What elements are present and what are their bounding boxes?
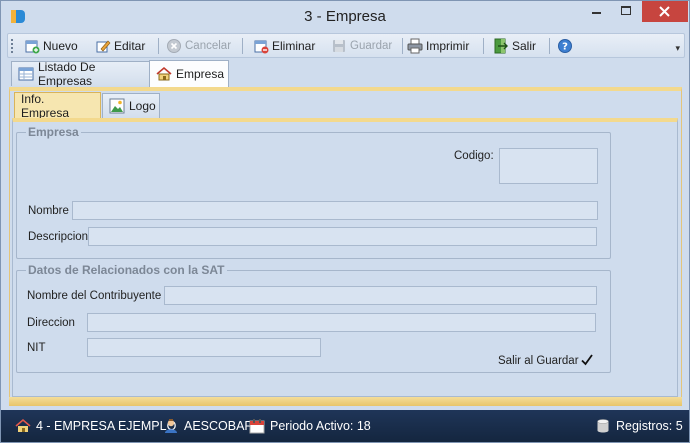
table-icon [18, 66, 34, 82]
calendar-icon [249, 419, 265, 434]
status-usuario-text: AESCOBAR [184, 419, 254, 433]
cancel-icon [166, 38, 182, 54]
cancelar-label: Cancelar [185, 40, 232, 52]
checkmark-icon [581, 354, 593, 366]
salir-al-guardar-checkbox[interactable] [580, 353, 594, 367]
codigo-field[interactable] [499, 148, 598, 184]
nuevo-button[interactable]: Nuevo [24, 36, 78, 56]
toolbar-separator [549, 38, 550, 54]
status-empresa: 4 - EMPRESA EJEMPLO [15, 418, 176, 434]
new-document-icon [24, 38, 40, 54]
tab-label: Info. Empresa [21, 92, 70, 120]
editar-label: Editar [114, 39, 146, 53]
group-legend: Datos de Relacionados con la SAT [26, 263, 227, 277]
home-icon [156, 66, 172, 82]
salir-label: Salir [512, 39, 537, 53]
salir-al-guardar-label: Salir al Guardar [498, 355, 579, 367]
toolbar: Nuevo Editar Cancelar Eliminar Guardar I… [7, 33, 685, 58]
imprimir-label: Imprimir [426, 39, 470, 53]
exit-icon [493, 38, 509, 54]
nombre-field[interactable] [72, 201, 598, 220]
toolbar-grip[interactable] [11, 39, 14, 53]
contribuyente-field[interactable] [164, 286, 597, 305]
help-icon: ? [557, 38, 573, 54]
tab-label: Empresa [176, 67, 225, 81]
close-button[interactable] [642, 1, 688, 22]
help-button[interactable]: ? [557, 36, 573, 56]
panel-bottom-strip [9, 397, 682, 406]
nit-field[interactable] [87, 338, 321, 357]
nit-label: NIT [27, 342, 46, 354]
direccion-label: Direccion [27, 317, 75, 329]
status-periodo-text: Periodo Activo: 18 [270, 419, 371, 433]
empresa-group: Empresa Codigo: Nombre Descripcion [16, 125, 611, 259]
guardar-label: Guardar [350, 40, 393, 52]
nombre-label: Nombre [28, 205, 69, 217]
tab-logo[interactable]: Logo [102, 93, 160, 118]
group-legend: Empresa [26, 125, 81, 139]
editar-button[interactable]: Editar [95, 36, 145, 56]
imprimir-button[interactable]: Imprimir [407, 36, 469, 56]
status-bar: 4 - EMPRESA EJEMPLO AESCOBAR Periodo Act… [1, 410, 689, 442]
printer-icon [407, 38, 423, 54]
user-icon [165, 419, 177, 433]
guardar-button[interactable]: Guardar [331, 36, 392, 56]
inner-tab-strip: Info. Empresa Logo [14, 92, 674, 120]
tab-label: Listado De Empresas [38, 60, 96, 88]
title-bar: 3 - Empresa [1, 1, 689, 32]
descripcion-field[interactable] [88, 227, 597, 246]
descripcion-label: Descripcion [28, 231, 89, 243]
svg-text:?: ? [562, 42, 568, 53]
database-icon [597, 419, 609, 433]
status-periodo: Periodo Activo: 18 [249, 418, 371, 434]
home-icon [15, 418, 31, 432]
toolbar-separator [158, 38, 159, 54]
status-usuario: AESCOBAR [163, 418, 253, 434]
toolbar-separator [483, 38, 484, 54]
outer-tab-strip: Listado De Empresas Empresa [11, 60, 681, 88]
direccion-field[interactable] [87, 313, 596, 332]
contribuyente-label: Nombre del Contribuyente [27, 290, 162, 302]
codigo-label: Codigo: [454, 150, 494, 162]
edit-icon [95, 38, 111, 54]
minimize-button[interactable] [583, 1, 609, 22]
salir-button[interactable]: Salir [493, 36, 536, 56]
status-empresa-text: 4 - EMPRESA EJEMPLO [36, 419, 177, 433]
image-icon [109, 98, 125, 114]
tab-info-empresa[interactable]: Info. Empresa [14, 92, 101, 120]
toolbar-separator [402, 38, 403, 54]
save-icon [331, 38, 347, 54]
toolbar-separator [242, 38, 243, 54]
application-window: 3 - Empresa Nuevo Editar Cancelar Elimin… [0, 0, 690, 443]
tab-listado-empresas[interactable]: Listado De Empresas [11, 60, 150, 88]
nuevo-label: Nuevo [43, 39, 78, 53]
sat-group: Datos de Relacionados con la SAT Nombre … [16, 263, 611, 373]
maximize-icon [621, 6, 631, 15]
tab-label: Logo [129, 99, 156, 113]
close-icon [659, 6, 670, 17]
status-registros: Registros: 5 [595, 418, 683, 434]
delete-document-icon [253, 38, 269, 54]
eliminar-label: Eliminar [272, 39, 316, 53]
maximize-button[interactable] [613, 1, 639, 22]
minimize-icon [592, 12, 601, 14]
status-registros-text: Registros: 5 [616, 419, 683, 433]
toolbar-overflow-icon[interactable]: ▾ [675, 43, 680, 54]
eliminar-button[interactable]: Eliminar [253, 36, 315, 56]
tab-empresa[interactable]: Empresa [149, 60, 229, 87]
cancelar-button[interactable]: Cancelar [166, 36, 231, 56]
